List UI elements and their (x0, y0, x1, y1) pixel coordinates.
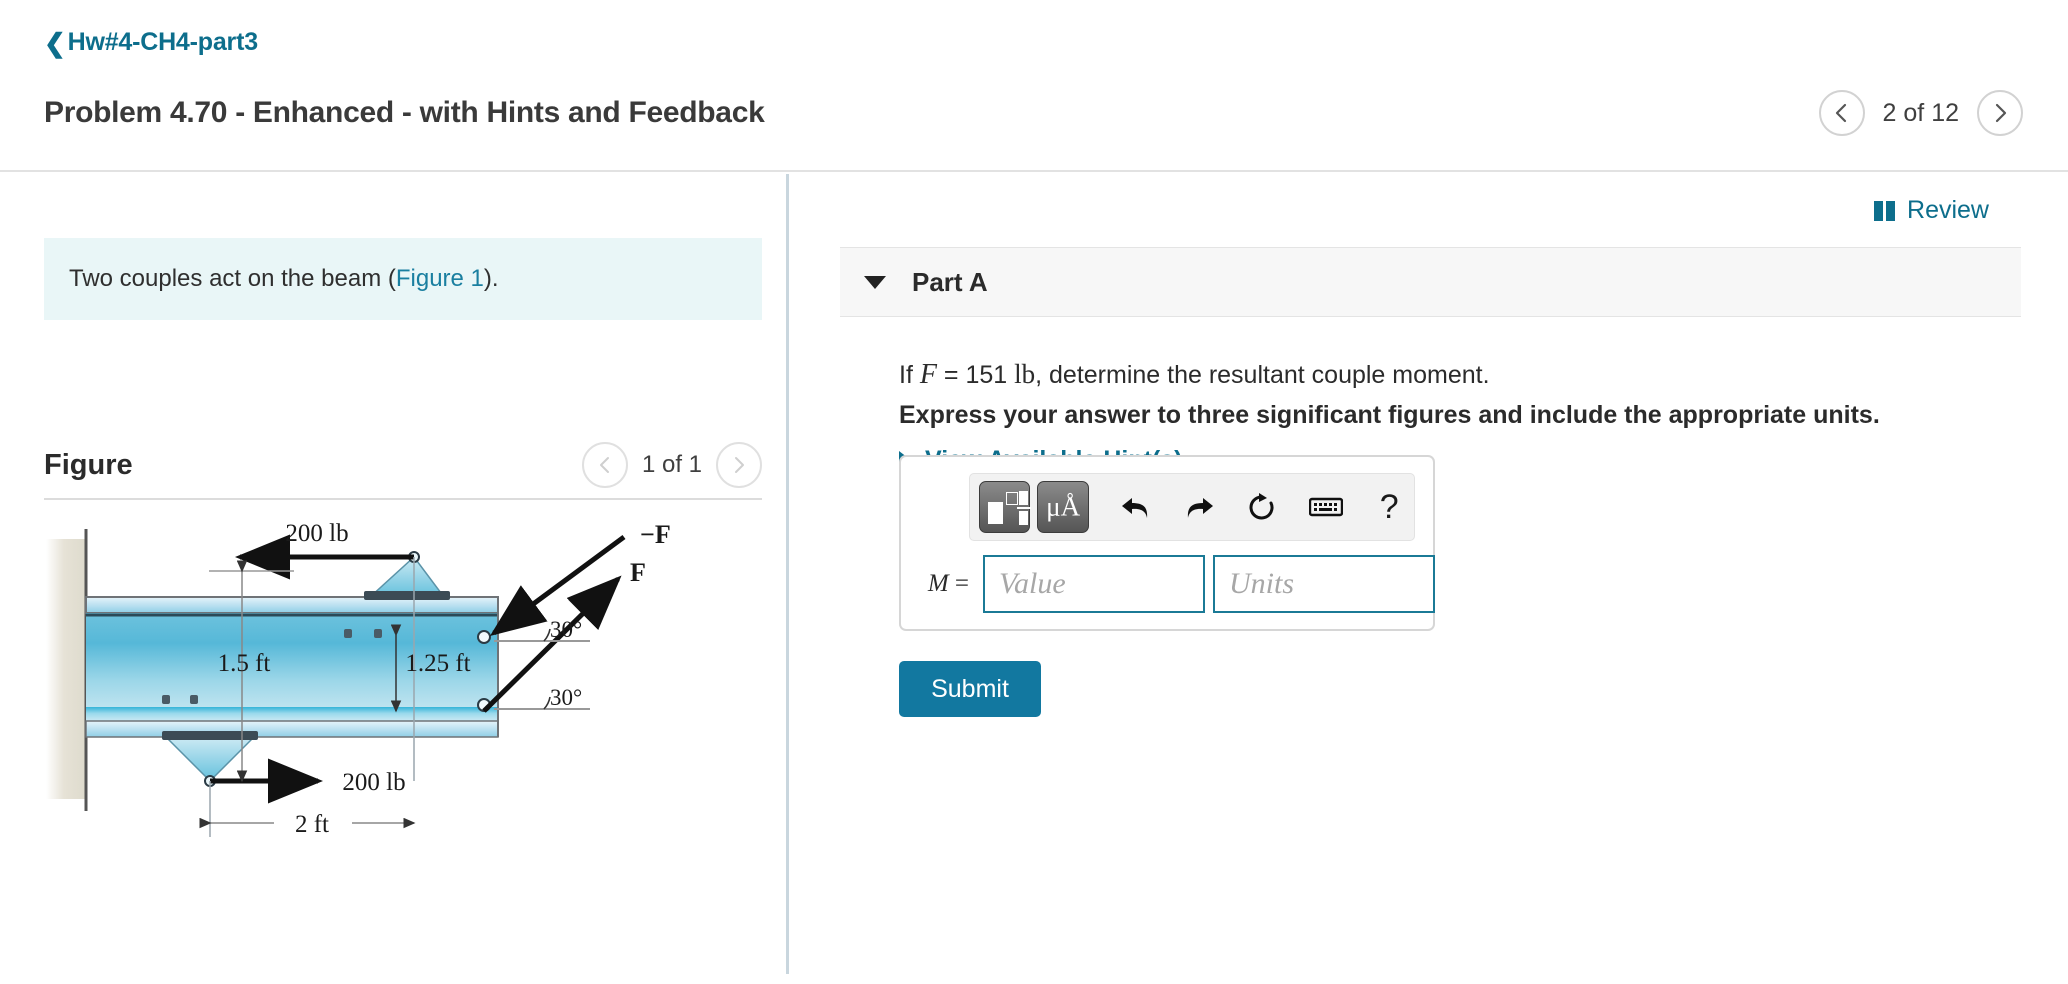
reset-icon (1249, 493, 1274, 520)
figure-header: Figure 1 of 1 (44, 442, 762, 488)
reset-button[interactable] (1238, 481, 1287, 533)
top-force-label: 200 lb (285, 520, 348, 547)
units-icon: μÅ (1046, 491, 1081, 522)
statement-suffix: ). (483, 265, 499, 292)
breadcrumb-label: Hw#4-CH4-part3 (67, 28, 259, 56)
question-suffix: , determine the resultant couple moment. (1035, 361, 1490, 389)
top-header-bar: ❮ Hw#4-CH4-part3 Problem 4.70 - Enhanced… (0, 0, 2068, 172)
moment-label: M = (921, 570, 969, 598)
undo-icon (1121, 498, 1147, 518)
redo-button[interactable] (1174, 481, 1223, 533)
question-prefix: If (899, 361, 920, 389)
page-title: Problem 4.70 - Enhanced - with Hints and… (44, 96, 765, 129)
wall-support (46, 539, 86, 799)
chevron-left-icon (599, 457, 609, 473)
question-unit: lb (1014, 359, 1036, 389)
problem-pager-label: 2 of 12 (1882, 98, 1959, 127)
chevron-right-icon (735, 457, 744, 473)
angle-upper-label: 30° (550, 617, 582, 642)
keyboard-button[interactable] (1301, 481, 1350, 533)
answer-instruction: Express your answer to three significant… (899, 401, 1880, 429)
chevron-right-icon (1995, 103, 2007, 123)
answer-entry-box: μÅ ? M = Value Units (899, 455, 1435, 631)
figure-image[interactable]: 200 lb 200 lb −F F 30° 30° 1.5 ft 1.25 f… (44, 519, 762, 979)
redo-icon (1187, 498, 1213, 518)
review-label: Review (1907, 196, 1989, 224)
right-panel: Review Part A If F = 151 lb, determine t… (789, 174, 2068, 974)
chevron-left-icon: ❮ (44, 27, 66, 58)
left-panel: Two couples act on the beam (Figure 1). … (0, 174, 787, 974)
math-toolbar: μÅ ? (969, 473, 1415, 541)
breadcrumb-back-link[interactable]: ❮ Hw#4-CH4-part3 (44, 28, 258, 57)
question-text: If F = 151 lb, determine the resultant c… (899, 359, 1490, 391)
review-link[interactable]: Review (1874, 196, 1989, 225)
value-input[interactable] (983, 555, 1205, 613)
positive-F-label: F (630, 558, 646, 587)
statement-prefix: Two couples act on the beam ( (69, 265, 396, 292)
help-button[interactable]: ? (1365, 481, 1414, 533)
math-template-button[interactable] (979, 481, 1031, 533)
angle-lower-label: 30° (550, 685, 582, 710)
submit-button[interactable]: Submit (899, 661, 1041, 717)
bottom-gusset (164, 736, 256, 783)
figure-divider (44, 498, 762, 500)
force-symbol: F (919, 359, 937, 390)
question-equals: = 151 (936, 361, 1015, 389)
bottom-force-label: 200 lb (342, 769, 405, 796)
dim-vertical-right-label: 1.25 ft (405, 650, 470, 677)
figure-1-link[interactable]: Figure 1 (396, 265, 484, 292)
moment-equals: = (948, 570, 969, 597)
dim-vertical-left-label: 1.5 ft (218, 650, 271, 677)
problem-statement-box: Two couples act on the beam (Figure 1). (44, 238, 762, 320)
units-button[interactable]: μÅ (1037, 481, 1089, 533)
part-a-label: Part A (912, 266, 988, 297)
dim-horizontal-label: 2 ft (295, 811, 329, 838)
keyboard-icon (1308, 497, 1343, 517)
chevron-left-icon (1835, 103, 1846, 123)
figure-pager-label: 1 of 1 (641, 451, 702, 478)
problem-statement-text: Two couples act on the beam (Figure 1). (44, 265, 499, 293)
prev-problem-button[interactable] (1818, 90, 1865, 136)
answer-input-row: M = (921, 555, 1435, 613)
moment-symbol: M (927, 570, 949, 597)
part-a-header[interactable]: Part A (840, 247, 2021, 317)
force-point-upper (477, 630, 491, 644)
prev-figure-button[interactable] (581, 442, 628, 488)
book-icon (1874, 200, 1897, 221)
caret-down-icon (864, 275, 886, 289)
negative-F-label: −F (640, 520, 671, 549)
units-input[interactable] (1213, 555, 1435, 613)
undo-button[interactable] (1111, 481, 1160, 533)
problem-pager: 2 of 12 (1818, 90, 2023, 136)
figure-pager: 1 of 1 (581, 442, 762, 488)
next-problem-button[interactable] (1977, 90, 2023, 136)
figure-title: Figure (44, 448, 133, 481)
next-figure-button[interactable] (716, 442, 762, 488)
